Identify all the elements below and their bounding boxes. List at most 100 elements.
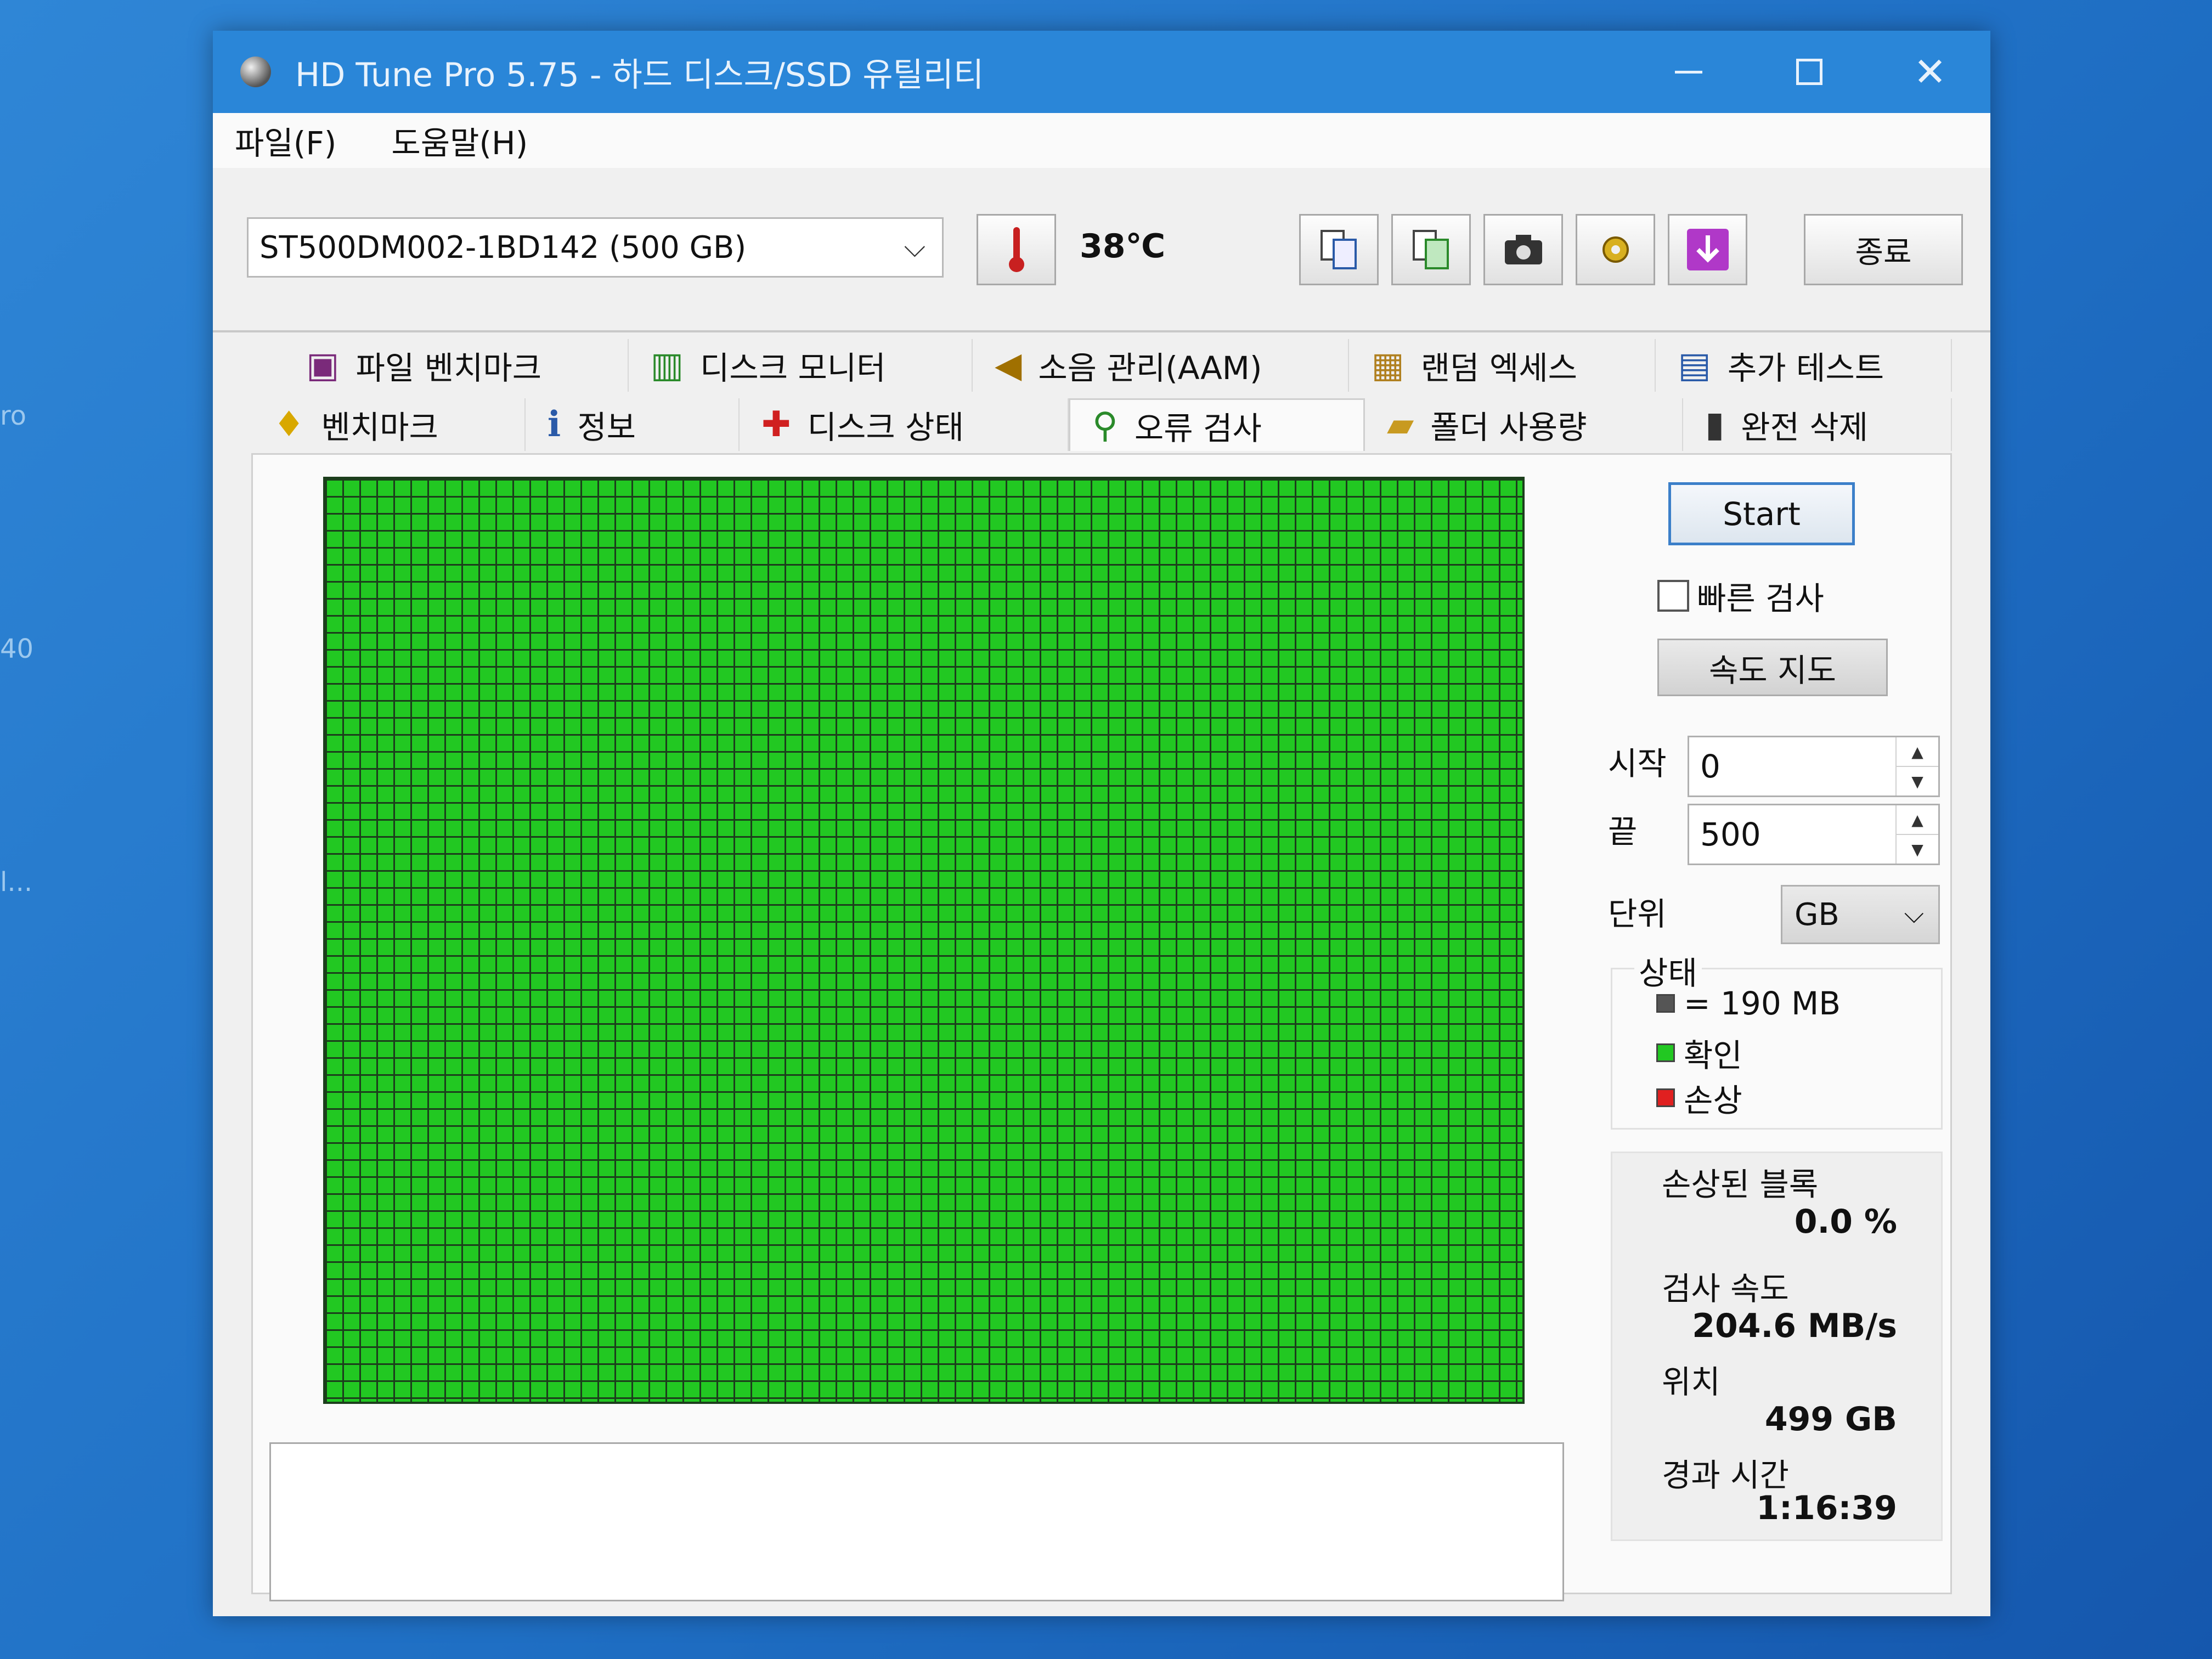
tab-erase[interactable]: ▮ 완전 삭제 xyxy=(1683,398,1952,451)
position-value: 499 GB xyxy=(1764,1400,1897,1438)
extra-tests-icon: ▤ xyxy=(1678,345,1711,386)
start-spinner: ▲ ▼ xyxy=(1895,737,1938,795)
bar-chart-icon: ▥ xyxy=(650,345,684,386)
copy-image-icon xyxy=(1412,230,1449,269)
scan-speed-value: 204.6 MB/s xyxy=(1692,1307,1897,1345)
title-bar[interactable]: HD Tune Pro 5.75 - 하드 디스크/SSD 유틸리티 ✕ xyxy=(213,31,1990,113)
tab-label: 랜덤 엑세스 xyxy=(1420,349,1578,387)
tab-label: 벤치마크 xyxy=(321,409,438,446)
temperature-button[interactable] xyxy=(977,214,1056,285)
copy-screenshot-button[interactable] xyxy=(1391,214,1471,285)
damaged-blocks-value: 0.0 % xyxy=(1794,1203,1897,1241)
maximize-icon xyxy=(1796,59,1822,85)
end-input[interactable]: 500 ▲ ▼ xyxy=(1688,804,1940,865)
maximize-button[interactable] xyxy=(1749,31,1870,113)
legend-ok: 확인 xyxy=(1656,1030,1742,1076)
exit-button[interactable]: 종료 xyxy=(1804,214,1963,285)
speed-map-label: 속도 지도 xyxy=(1709,651,1836,689)
menu-help[interactable]: 도움말(H) xyxy=(391,117,528,163)
scan-speed-label: 검사 속도 xyxy=(1662,1270,1789,1307)
lightbulb-icon: ♦ xyxy=(273,404,305,445)
quick-scan-label: 빠른 검사 xyxy=(1697,580,1824,617)
end-field-label: 끝 xyxy=(1608,813,1638,850)
tab-label: 소음 관리(AAM) xyxy=(1038,349,1262,387)
checkbox-box[interactable] xyxy=(1657,580,1689,612)
folder-icon: ▰ xyxy=(1387,404,1414,445)
magnifier-icon: ⚲ xyxy=(1092,405,1118,446)
block-map xyxy=(323,477,1525,1404)
minimize-button[interactable] xyxy=(1628,31,1749,113)
spin-up-icon[interactable]: ▲ xyxy=(1897,805,1938,834)
desktop-text-fragment: ro xyxy=(0,400,27,431)
thermometer-icon xyxy=(1008,227,1024,272)
desktop-text-fragment: l... xyxy=(0,867,33,898)
start-input-value: 0 xyxy=(1700,748,1720,785)
quick-scan-checkbox[interactable]: 빠른 검사 xyxy=(1657,573,1824,619)
spin-down-icon[interactable]: ▼ xyxy=(1897,766,1938,795)
damaged-blocks-label: 손상된 블록 xyxy=(1662,1166,1819,1203)
tab-file-benchmark[interactable]: ▣ 파일 벤치마크 xyxy=(284,339,629,392)
tab-aam[interactable]: ◀ 소음 관리(AAM) xyxy=(973,339,1350,392)
start-button[interactable]: Start xyxy=(1668,482,1855,545)
app-icon xyxy=(240,57,271,87)
spin-down-icon[interactable]: ▼ xyxy=(1897,834,1938,864)
save-button[interactable] xyxy=(1668,214,1747,285)
unit-select[interactable]: GB ⌵ xyxy=(1781,885,1940,944)
tab-error-scan[interactable]: ⚲ 오류 검사 xyxy=(1069,398,1365,451)
tab-label: 파일 벤치마크 xyxy=(356,349,542,387)
damaged-swatch xyxy=(1656,1088,1675,1107)
legend-block-size: = 190 MB xyxy=(1656,985,1841,1022)
end-spinner: ▲ ▼ xyxy=(1895,805,1938,864)
window-controls: ✕ xyxy=(1628,31,1990,113)
tab-label: 오류 검사 xyxy=(1134,409,1262,447)
tab-row-top: ▣ 파일 벤치마크 ▥ 디스크 모니터 ◀ 소음 관리(AAM) ▦ 랜덤 엑세… xyxy=(284,338,1952,393)
tab-label: 디스크 모니터 xyxy=(700,349,886,387)
red-cross-icon: ✚ xyxy=(761,404,791,445)
tab-label: 정보 xyxy=(577,409,636,446)
damaged-text: 손상 xyxy=(1684,1082,1742,1119)
download-icon xyxy=(1686,229,1729,270)
drive-select[interactable]: ST500DM002-1BD142 (500 GB) ⌵ xyxy=(247,217,944,278)
end-input-value: 500 xyxy=(1700,816,1761,853)
tab-label: 폴더 사용량 xyxy=(1430,409,1587,446)
close-icon: ✕ xyxy=(1913,49,1947,95)
tab-extra-tests[interactable]: ▤ 추가 테스트 xyxy=(1656,339,1952,392)
ok-text: 확인 xyxy=(1684,1037,1742,1074)
tab-disk-monitor[interactable]: ▥ 디스크 모니터 xyxy=(628,339,973,392)
chevron-down-icon: ⌵ xyxy=(1904,899,1924,929)
camera-icon xyxy=(1504,235,1542,264)
speed-map-button[interactable]: 속도 지도 xyxy=(1657,639,1888,696)
file-benchmark-icon: ▣ xyxy=(306,345,340,386)
tab-strip: ▣ 파일 벤치마크 ▥ 디스크 모니터 ◀ 소음 관리(AAM) ▦ 랜덤 엑세… xyxy=(251,338,1952,453)
options-button[interactable] xyxy=(1576,214,1655,285)
start-input[interactable]: 0 ▲ ▼ xyxy=(1688,736,1940,797)
tab-row-bottom: ♦ 벤치마크 ℹ 정보 ✚ 디스크 상태 ⚲ 오류 검사 ▰ 폴더 사용량 ▮ … xyxy=(251,397,1952,452)
wrench-icon xyxy=(1602,236,1629,263)
speaker-icon: ◀ xyxy=(995,345,1022,386)
status-legend: 상태 = 190 MB 확인 손상 xyxy=(1611,947,1943,1130)
temperature-value: 38℃ xyxy=(1080,227,1166,266)
tab-info[interactable]: ℹ 정보 xyxy=(526,398,740,451)
copy-text-button[interactable] xyxy=(1299,214,1379,285)
tab-random-access[interactable]: ▦ 랜덤 엑세스 xyxy=(1349,339,1656,392)
tab-folder-usage[interactable]: ▰ 폴더 사용량 xyxy=(1365,398,1683,451)
tab-label: 추가 테스트 xyxy=(1727,349,1884,387)
tab-label: 완전 삭제 xyxy=(1741,409,1869,446)
menu-file[interactable]: 파일(F) xyxy=(235,117,336,163)
ok-swatch xyxy=(1656,1043,1675,1062)
start-field-label: 시작 xyxy=(1608,745,1667,782)
tab-health[interactable]: ✚ 디스크 상태 xyxy=(740,398,1069,451)
trash-icon: ▮ xyxy=(1705,404,1725,445)
block-size-text: = 190 MB xyxy=(1684,985,1841,1022)
close-button[interactable]: ✕ xyxy=(1870,31,1990,113)
error-scan-panel: Start 빠른 검사 속도 지도 시작 0 ▲ ▼ 끝 500 ▲ ▼ 단위 xyxy=(251,453,1952,1601)
tab-benchmark[interactable]: ♦ 벤치마크 xyxy=(251,398,526,451)
unit-select-value: GB xyxy=(1795,896,1839,933)
minimize-icon xyxy=(1675,70,1702,74)
screenshot-button[interactable] xyxy=(1483,214,1563,285)
menu-bar: 파일(F) 도움말(H) xyxy=(213,113,1990,168)
info-icon: ℹ xyxy=(548,404,561,445)
spin-up-icon[interactable]: ▲ xyxy=(1897,737,1938,766)
elapsed-time-value: 1:16:39 xyxy=(1756,1489,1897,1527)
random-access-icon: ▦ xyxy=(1371,345,1404,386)
